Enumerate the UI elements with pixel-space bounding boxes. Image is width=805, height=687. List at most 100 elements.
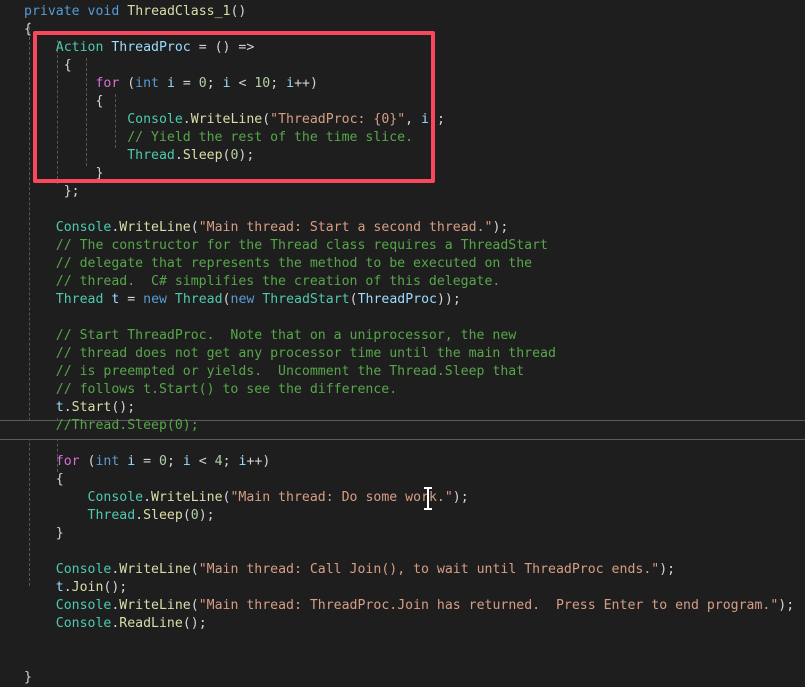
code-line[interactable]: // is preempted or yields. Uncomment the… (0, 363, 805, 381)
code-token-pun: ); (659, 562, 676, 577)
code-line[interactable] (0, 435, 805, 453)
code-token-type: ThreadStart (262, 292, 350, 307)
code-line[interactable]: } (0, 525, 805, 543)
code-token-kw: private (24, 4, 80, 19)
code-token-fn: Sleep (143, 508, 183, 523)
code-token-type: Console (127, 112, 183, 127)
code-line[interactable]: Thread.Sleep(0); (0, 147, 805, 165)
code-token-pun: ); (429, 112, 445, 127)
code-token-pun (80, 4, 88, 19)
code-token-pun: ( (349, 292, 358, 307)
code-line[interactable]: private void ThreadClass_1() (0, 3, 805, 21)
code-line[interactable] (0, 651, 805, 669)
code-token-pun: { (95, 94, 104, 109)
code-line[interactable]: // Yield the rest of the time slice. (0, 129, 805, 147)
code-token-type: Action (55, 40, 104, 55)
code-token-var: i (166, 76, 175, 91)
code-line[interactable]: for (int i = 0; i < 10; i++) (0, 75, 805, 93)
code-line[interactable] (0, 543, 805, 561)
code-token-cmt: // The constructor for the Thread class … (55, 238, 549, 253)
code-token-pun: () (230, 4, 247, 19)
code-line[interactable]: { (0, 57, 805, 75)
code-token-num: 4 (214, 454, 223, 469)
code-line[interactable]: }; (0, 183, 805, 201)
code-token-kw: new (143, 292, 167, 307)
code-line[interactable] (0, 201, 805, 219)
code-line[interactable]: Console.WriteLine("Main thread: Call Joi… (0, 561, 805, 579)
code-token-str: "Main thread: Call Join(), to wait until… (198, 562, 660, 577)
code-token-pun: ++) (246, 454, 271, 469)
code-line[interactable]: //Thread.Sleep(0); (0, 417, 805, 435)
code-token-pun: ( (222, 292, 231, 307)
code-token-cmt: // thread does not get any processor tim… (55, 346, 556, 361)
code-line[interactable]: // Start ThreadProc. Note that on a unip… (0, 327, 805, 345)
code-token-pun: { (55, 472, 64, 487)
code-line[interactable]: } (0, 165, 805, 183)
code-line[interactable]: { (0, 471, 805, 489)
code-token-pun: . (143, 490, 152, 505)
code-line[interactable]: { (0, 21, 805, 39)
code-line[interactable]: { (0, 93, 805, 111)
code-line[interactable]: t.Start(); (0, 399, 805, 417)
code-line[interactable]: Console.WriteLine("Main thread: Do some … (0, 489, 805, 507)
code-token-pun: = (174, 76, 199, 91)
code-line[interactable]: // The constructor for the Thread class … (0, 237, 805, 255)
code-line[interactable]: Console.ReadLine(); (0, 615, 805, 633)
code-line[interactable]: // thread does not get any processor tim… (0, 345, 805, 363)
code-token-pun: )); (436, 292, 461, 307)
code-token-pun: . (111, 598, 120, 613)
code-token-pun: ); (198, 508, 215, 523)
code-token-pun: ( (190, 562, 199, 577)
code-text[interactable]: private void ThreadClass_1(){Action Thre… (0, 0, 805, 685)
code-token-pun: = (119, 292, 144, 307)
code-token-pun: . (63, 400, 72, 415)
code-token-str: "Main thread: ThreadProc.Join has return… (198, 598, 779, 613)
code-token-kw: new (230, 292, 255, 307)
code-token-pun: ( (262, 112, 271, 127)
code-token-fn: WriteLine (151, 490, 223, 505)
code-token-pun: ); (778, 598, 795, 613)
code-line[interactable]: Console.WriteLine("Main thread: Start a … (0, 219, 805, 237)
code-editor-surface[interactable]: private void ThreadClass_1(){Action Thre… (0, 0, 805, 685)
code-token-num: 10 (254, 76, 271, 91)
code-token-pun: . (63, 580, 72, 595)
code-token-type: Console (55, 598, 112, 613)
code-token-cmt: // delegate that represents the method t… (55, 256, 533, 271)
code-line[interactable]: for (int i = 0; i < 4; i++) (0, 453, 805, 471)
code-token-pun: ); (238, 148, 255, 163)
code-line[interactable]: Action ThreadProc = () => (0, 39, 805, 57)
code-line[interactable]: // delegate that represents the method t… (0, 255, 805, 273)
code-token-pun: ; (206, 76, 223, 91)
code-token-cmt: // Yield the rest of the time slice. (127, 130, 414, 145)
code-line[interactable]: // thread. C# simplifies the creation of… (0, 273, 805, 291)
code-token-var: i (421, 112, 429, 127)
code-token-kw: int (135, 76, 159, 91)
code-token-pun: ( (119, 76, 136, 91)
code-token-pun: { (63, 58, 72, 73)
code-line[interactable]: Thread t = new Thread(new ThreadStart(Th… (0, 291, 805, 309)
code-token-pun: (); (182, 616, 207, 631)
code-token-cmt: // is preempted or yields. Uncomment the… (55, 364, 525, 379)
code-line[interactable]: Console.WriteLine("ThreadProc: {0}", i); (0, 111, 805, 129)
code-token-var: i (222, 76, 231, 91)
code-line[interactable] (0, 633, 805, 651)
code-token-pun: ( (182, 508, 191, 523)
code-token-var: t (55, 400, 64, 415)
code-line[interactable] (0, 309, 805, 327)
code-token-pun: ; (222, 454, 239, 469)
code-token-var: ThreadProc (111, 40, 191, 55)
code-line[interactable]: Thread.Sleep(0); (0, 507, 805, 525)
code-line[interactable]: } (0, 669, 805, 687)
code-token-type: Console (55, 220, 112, 235)
code-token-pun: . (174, 148, 183, 163)
code-token-pun (159, 76, 167, 91)
code-token-cmt: // thread. C# simplifies the creation of… (55, 274, 501, 289)
code-line[interactable]: // follows t.Start() to see the differen… (0, 381, 805, 399)
code-token-fn: WriteLine (190, 112, 263, 127)
code-token-num: 0 (159, 454, 167, 469)
code-token-pun: ); (452, 490, 469, 505)
code-token-pun: < (190, 454, 215, 469)
code-line[interactable]: t.Join(); (0, 579, 805, 597)
code-token-type: Console (55, 616, 112, 631)
code-token-type: Thread (127, 148, 175, 163)
